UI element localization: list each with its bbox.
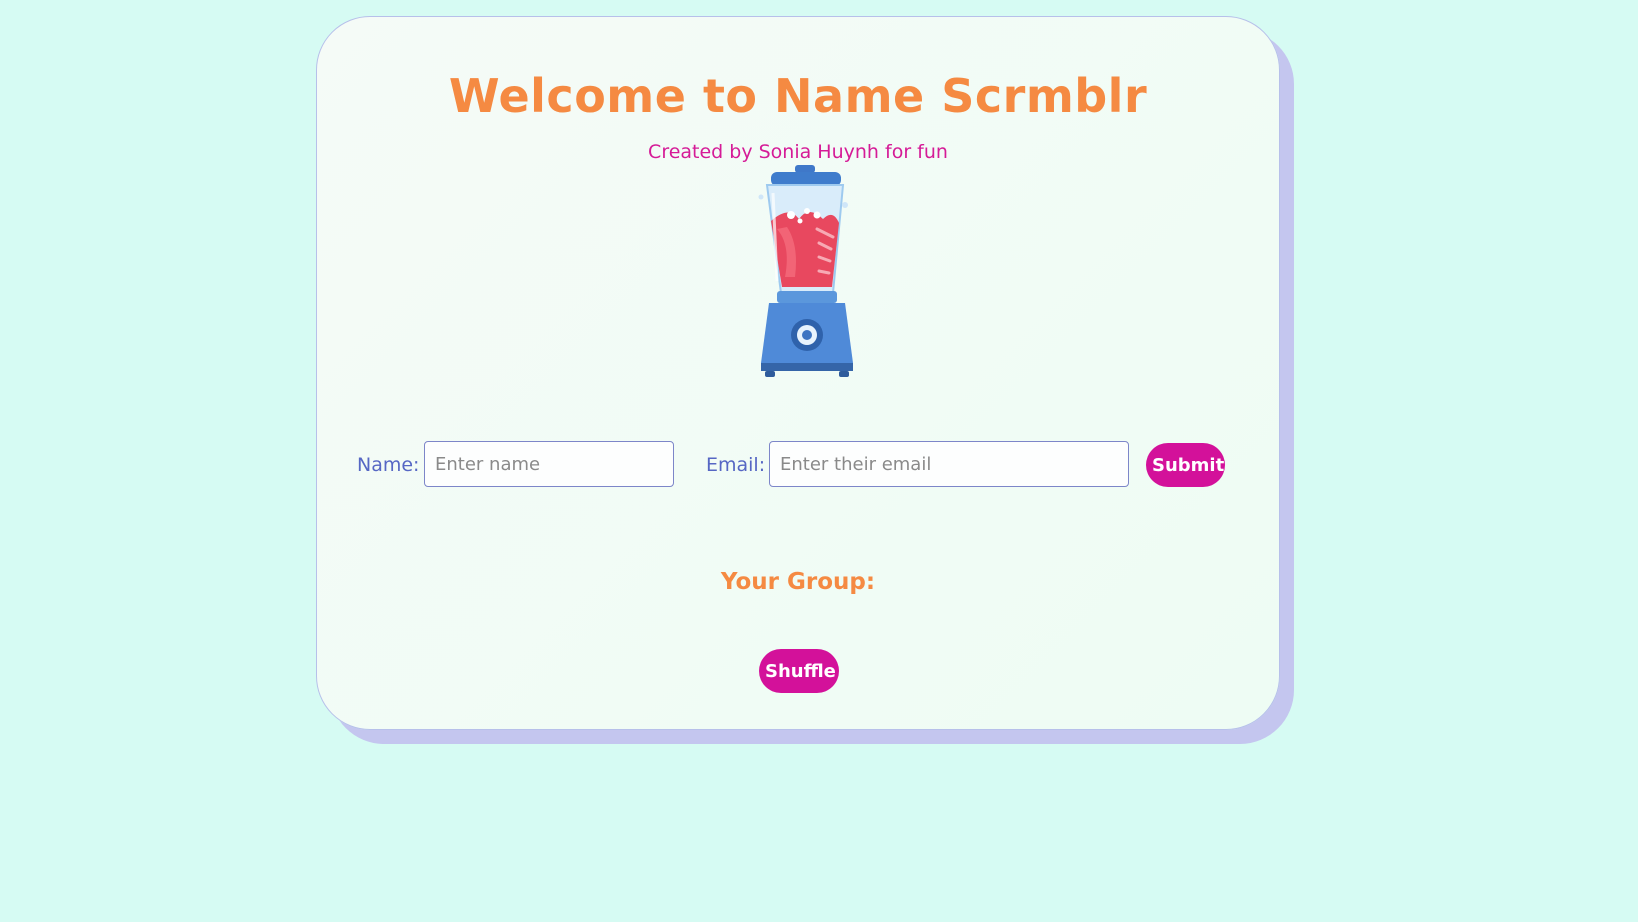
main-card: Welcome to Name Scrmblr Created by Sonia… <box>316 16 1280 730</box>
email-label: Email: <box>706 454 766 476</box>
name-input[interactable] <box>424 441 674 487</box>
submit-button[interactable]: Submit <box>1146 443 1225 487</box>
group-heading: Your Group: <box>720 569 876 595</box>
blender-icon <box>737 165 877 395</box>
page-title: Welcome to Name Scrmblr <box>448 69 1148 123</box>
page-subtitle: Created by Sonia Huynh for fun <box>648 141 948 163</box>
entry-form: Name: Email: Submit <box>317 441 1281 489</box>
email-input[interactable] <box>769 441 1129 487</box>
shuffle-button[interactable]: Shuffle <box>759 649 839 693</box>
name-label: Name: <box>357 454 420 476</box>
